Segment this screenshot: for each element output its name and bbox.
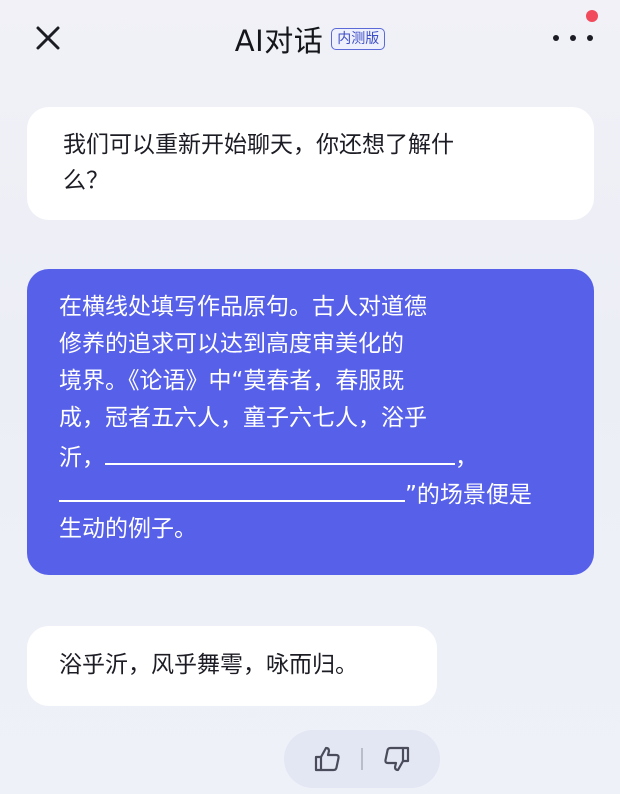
thumbs-down-icon (384, 746, 410, 772)
dislike-button[interactable] (382, 744, 412, 774)
feedback-bar (284, 730, 440, 788)
message-text-line: 成，冠者五六人，童子六七人，浴乎 (59, 405, 427, 431)
message-text-fragment: 沂， (59, 445, 105, 471)
message-text-line: 我们可以重新开始聊天，你还想了解什 (63, 132, 454, 158)
ai-message-answer: 浴乎沂，风乎舞雩，咏而归。 (27, 626, 437, 706)
notification-dot (586, 10, 598, 22)
message-text-line: 修养的追求可以达到高度审美化的 (59, 331, 404, 357)
more-options-button[interactable] (550, 10, 598, 52)
message-text-fragment: ， (455, 445, 478, 471)
message-text-line: 在横线处填写作品原句。古人对道德 (59, 294, 427, 320)
feedback-divider (361, 748, 363, 770)
thumbs-up-icon (314, 746, 340, 772)
page-title: AI对话 (234, 24, 324, 58)
message-text-fragment: ”的场景便是 (405, 482, 532, 508)
top-bar: AI对话 内测版 (0, 0, 620, 76)
like-button[interactable] (312, 744, 342, 774)
title-group: AI对话 内测版 (0, 18, 620, 60)
ai-message-greeting: 我们可以重新开始聊天，你还想了解什 么？ (27, 107, 594, 220)
message-text-line: 浴乎沂，风乎舞雩，咏而归。 (59, 652, 358, 678)
beta-badge: 内测版 (331, 28, 386, 50)
fill-blank-line (105, 437, 455, 465)
fill-blank-line (59, 474, 405, 502)
message-text-line: 么？ (63, 168, 109, 194)
user-message-question: 在横线处填写作品原句。古人对道德 修养的追求可以达到高度审美化的 境界。《论语》… (27, 269, 594, 575)
message-text-line: ”的场景便是 (59, 474, 564, 511)
message-text-line: 生动的例子。 (59, 516, 197, 542)
message-text-line: 境界。《论语》中“莫春者，春服既 (59, 368, 405, 394)
message-text-line: 沂， ， (59, 437, 564, 474)
